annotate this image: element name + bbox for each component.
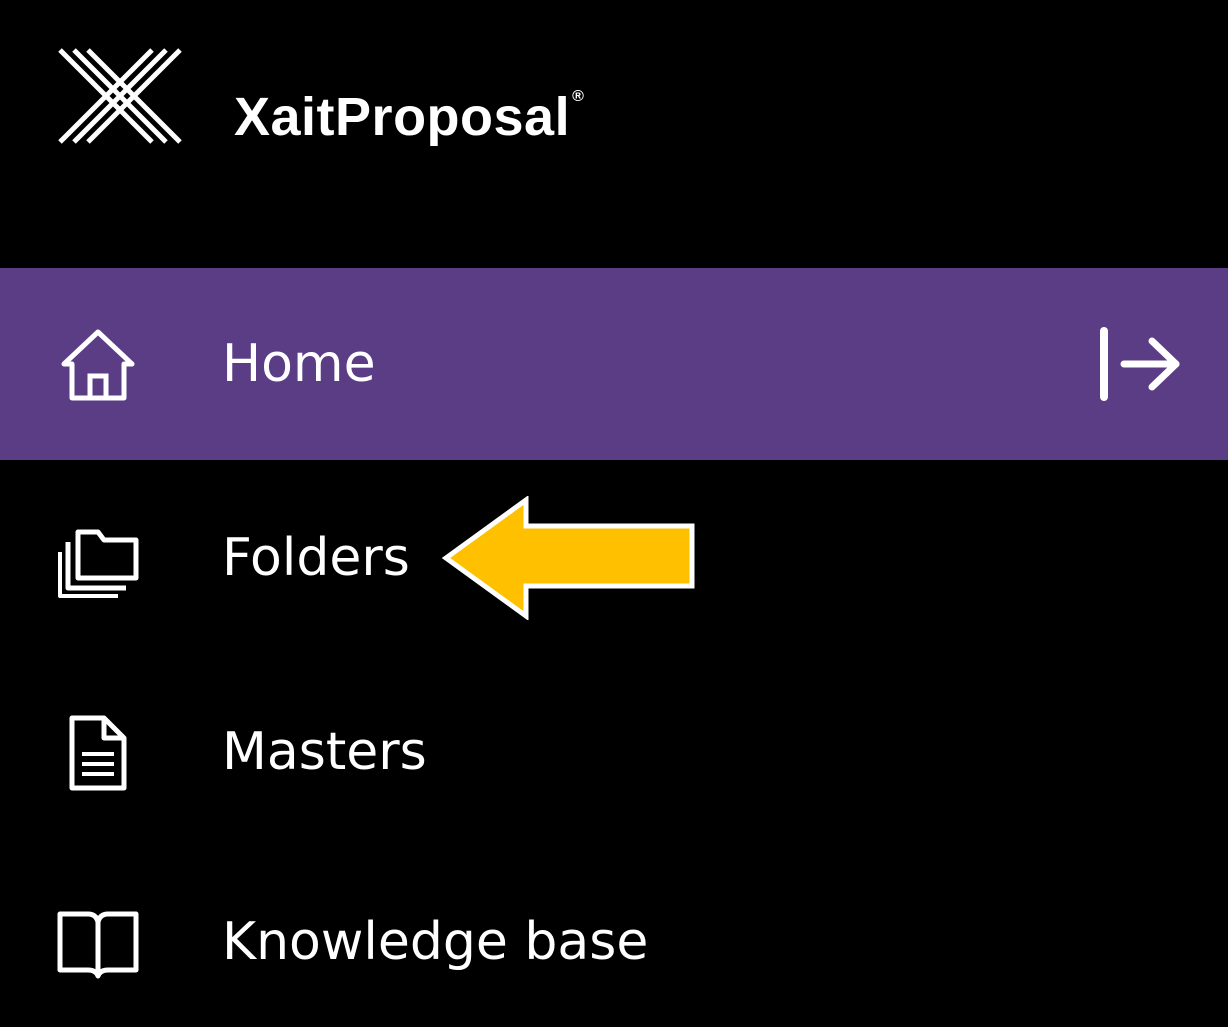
brand-registered-mark: ® xyxy=(572,88,585,105)
xait-logo-icon xyxy=(58,48,182,144)
brand-name-text: XaitProposal xyxy=(234,87,571,147)
sidebar-item-knowledge-base[interactable]: Knowledge base xyxy=(0,844,1228,1027)
pointer-arrow-icon xyxy=(441,496,695,620)
folders-icon xyxy=(58,529,139,598)
brand-name: XaitProposal ® xyxy=(234,62,584,152)
document-icon xyxy=(69,715,127,791)
book-icon xyxy=(57,911,139,979)
sidebar-item-masters[interactable]: Masters xyxy=(0,652,1228,844)
sidebar-item-label: Home xyxy=(222,334,376,394)
sidebar-header: XaitProposal ® xyxy=(0,0,1228,268)
collapse-arrow-icon[interactable] xyxy=(1094,325,1184,403)
sidebar-item-home[interactable]: Home xyxy=(0,268,1228,460)
sidebar-item-label: Masters xyxy=(222,722,427,782)
sidebar-item-label: Knowledge base xyxy=(222,912,649,972)
sidebar-item-label: Folders xyxy=(222,528,410,588)
home-icon xyxy=(61,329,135,401)
